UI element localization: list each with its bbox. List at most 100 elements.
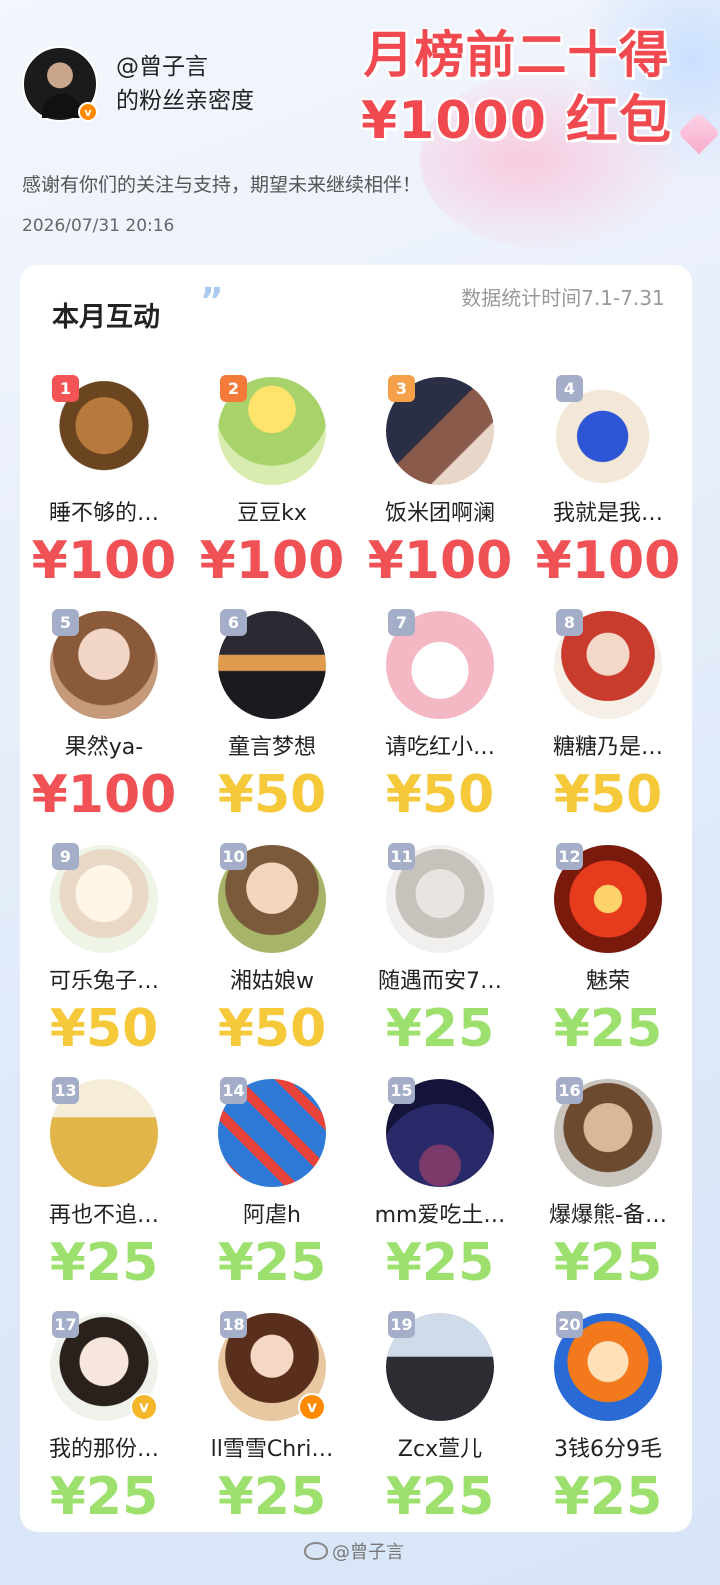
- user-name[interactable]: 我的那份…: [20, 1431, 188, 1463]
- promo-title: 月榜前二十得 ¥1000 红包: [361, 22, 672, 154]
- header-subtitle: 的粉丝亲密度: [116, 88, 254, 114]
- verified-badge-icon: v: [78, 102, 98, 122]
- ranking-item[interactable]: 8 糖糖乃是… ¥50: [524, 603, 692, 837]
- ranking-item[interactable]: 14 阿虐h ¥25: [188, 1071, 356, 1305]
- user-name[interactable]: 可乐兔子…: [20, 963, 188, 995]
- user-handle[interactable]: @曾子言: [116, 50, 254, 84]
- rank-badge: 13: [52, 1077, 79, 1104]
- user-name[interactable]: 阿虐h: [188, 1197, 356, 1229]
- user-name[interactable]: 睡不够的…: [20, 495, 188, 527]
- weibo-icon: [304, 1542, 328, 1560]
- rank-badge: 4: [556, 375, 583, 402]
- ranking-item[interactable]: 5 果然ya- ¥100: [20, 603, 188, 837]
- reward-amount: ¥50: [553, 765, 663, 825]
- reward-amount: ¥25: [553, 1233, 663, 1293]
- promo-title-line2: ¥1000 红包: [360, 91, 672, 151]
- ranking-item[interactable]: 17 v 我的那份… ¥25: [20, 1305, 188, 1539]
- user-name[interactable]: Zcx萱儿: [356, 1431, 524, 1463]
- reward-amount: ¥25: [217, 1233, 327, 1293]
- user-name[interactable]: 爆爆熊-备…: [524, 1197, 692, 1229]
- name-block: @曾子言 的粉丝亲密度: [116, 50, 254, 118]
- rank-badge: 2: [220, 375, 247, 402]
- ranking-card: 本月互动 ” 数据统计时间7.1-7.31 1 睡不够的… ¥100 2 豆豆kx ¥10…: [20, 265, 692, 1532]
- rank-badge: 15: [388, 1077, 415, 1104]
- reward-amount: ¥25: [385, 1467, 495, 1527]
- user-name[interactable]: 童言梦想: [188, 729, 356, 761]
- ranking-item[interactable]: 4 我就是我… ¥100: [524, 369, 692, 603]
- reward-amount: ¥25: [553, 999, 663, 1059]
- thanks-message: 感谢有你们的关注与支持，期望未来继续相伴！: [22, 174, 422, 196]
- ranking-item[interactable]: 15 mm爱吃土… ¥25: [356, 1071, 524, 1305]
- reward-amount: ¥50: [385, 765, 495, 825]
- rank-badge: 5: [52, 609, 79, 636]
- rank-badge: 17: [52, 1311, 79, 1338]
- user-name[interactable]: 随遇而安7…: [356, 963, 524, 995]
- user-name[interactable]: 糖糖乃是…: [524, 729, 692, 761]
- ranking-item[interactable]: 1 睡不够的… ¥100: [20, 369, 188, 603]
- rank-badge: 16: [556, 1077, 583, 1104]
- rank-badge: 1: [52, 375, 79, 402]
- user-name[interactable]: 果然ya-: [20, 729, 188, 761]
- ranking-item[interactable]: 12 魅荣 ¥25: [524, 837, 692, 1071]
- quote-icon: ”: [200, 281, 224, 322]
- rank-badge: 9: [52, 843, 79, 870]
- reward-amount: ¥50: [217, 765, 327, 825]
- section-title: 本月互动: [44, 295, 182, 338]
- ranking-item[interactable]: 20 3钱6分9毛 ¥25: [524, 1305, 692, 1539]
- user-name[interactable]: ll雪雪Chri…: [188, 1431, 356, 1463]
- reward-amount: ¥100: [199, 531, 345, 591]
- promo-title-line1: 月榜前二十得: [363, 26, 670, 84]
- ranking-item[interactable]: 9 可乐兔子… ¥50: [20, 837, 188, 1071]
- ranking-item[interactable]: 7 请吃红小… ¥50: [356, 603, 524, 837]
- rank-badge: 18: [220, 1311, 247, 1338]
- reward-amount: ¥25: [217, 1467, 327, 1527]
- profile-header: v @曾子言 的粉丝亲密度: [22, 46, 254, 122]
- reward-amount: ¥25: [49, 1233, 159, 1293]
- avatar[interactable]: v: [22, 46, 98, 122]
- reward-amount: ¥25: [553, 1467, 663, 1527]
- watermark: @曾子言: [304, 1538, 404, 1564]
- rank-badge: 19: [388, 1311, 415, 1338]
- reward-amount: ¥50: [49, 999, 159, 1059]
- ranking-item[interactable]: 10 湘姑娘w ¥50: [188, 837, 356, 1071]
- user-name[interactable]: 豆豆kx: [188, 495, 356, 527]
- ranking-item[interactable]: 6 童言梦想 ¥50: [188, 603, 356, 837]
- reward-amount: ¥100: [535, 531, 681, 591]
- ranking-item[interactable]: 16 爆爆熊-备… ¥25: [524, 1071, 692, 1305]
- rank-badge: 7: [388, 609, 415, 636]
- rank-badge: 10: [220, 843, 247, 870]
- ranking-item[interactable]: 13 再也不追… ¥25: [20, 1071, 188, 1305]
- watermark-text: @曾子言: [332, 1542, 404, 1563]
- user-name[interactable]: 3钱6分9毛: [524, 1431, 692, 1463]
- rank-badge: 14: [220, 1077, 247, 1104]
- ranking-item[interactable]: 18 v ll雪雪Chri… ¥25: [188, 1305, 356, 1539]
- user-name[interactable]: mm爱吃土…: [356, 1197, 524, 1229]
- ranking-item[interactable]: 11 随遇而安7… ¥25: [356, 837, 524, 1071]
- user-name[interactable]: 我就是我…: [524, 495, 692, 527]
- ranking-item[interactable]: 3 饭米团啊澜 ¥100: [356, 369, 524, 603]
- reward-amount: ¥100: [31, 765, 177, 825]
- rank-badge: 20: [556, 1311, 583, 1338]
- rank-badge: 8: [556, 609, 583, 636]
- ranking-item[interactable]: 2 豆豆kx ¥100: [188, 369, 356, 603]
- user-name[interactable]: 再也不追…: [20, 1197, 188, 1229]
- reward-amount: ¥25: [49, 1467, 159, 1527]
- rank-badge: 3: [388, 375, 415, 402]
- user-name[interactable]: 魅荣: [524, 963, 692, 995]
- rank-badge: 11: [388, 843, 415, 870]
- reward-amount: ¥100: [367, 531, 513, 591]
- timestamp: 2026/07/31 20:16: [22, 216, 175, 236]
- user-name[interactable]: 请吃红小…: [356, 729, 524, 761]
- reward-amount: ¥25: [385, 999, 495, 1059]
- user-name[interactable]: 湘姑娘w: [188, 963, 356, 995]
- rank-badge: 6: [220, 609, 247, 636]
- stat-period: 数据统计时间7.1-7.31: [461, 286, 665, 310]
- ranking-item[interactable]: 19 Zcx萱儿 ¥25: [356, 1305, 524, 1539]
- user-name[interactable]: 饭米团啊澜: [356, 495, 524, 527]
- reward-amount: ¥100: [31, 531, 177, 591]
- rank-badge: 12: [556, 843, 583, 870]
- verified-badge-icon: v: [298, 1393, 326, 1421]
- verified-badge-icon: v: [130, 1393, 158, 1421]
- reward-amount: ¥25: [385, 1233, 495, 1293]
- reward-amount: ¥50: [217, 999, 327, 1059]
